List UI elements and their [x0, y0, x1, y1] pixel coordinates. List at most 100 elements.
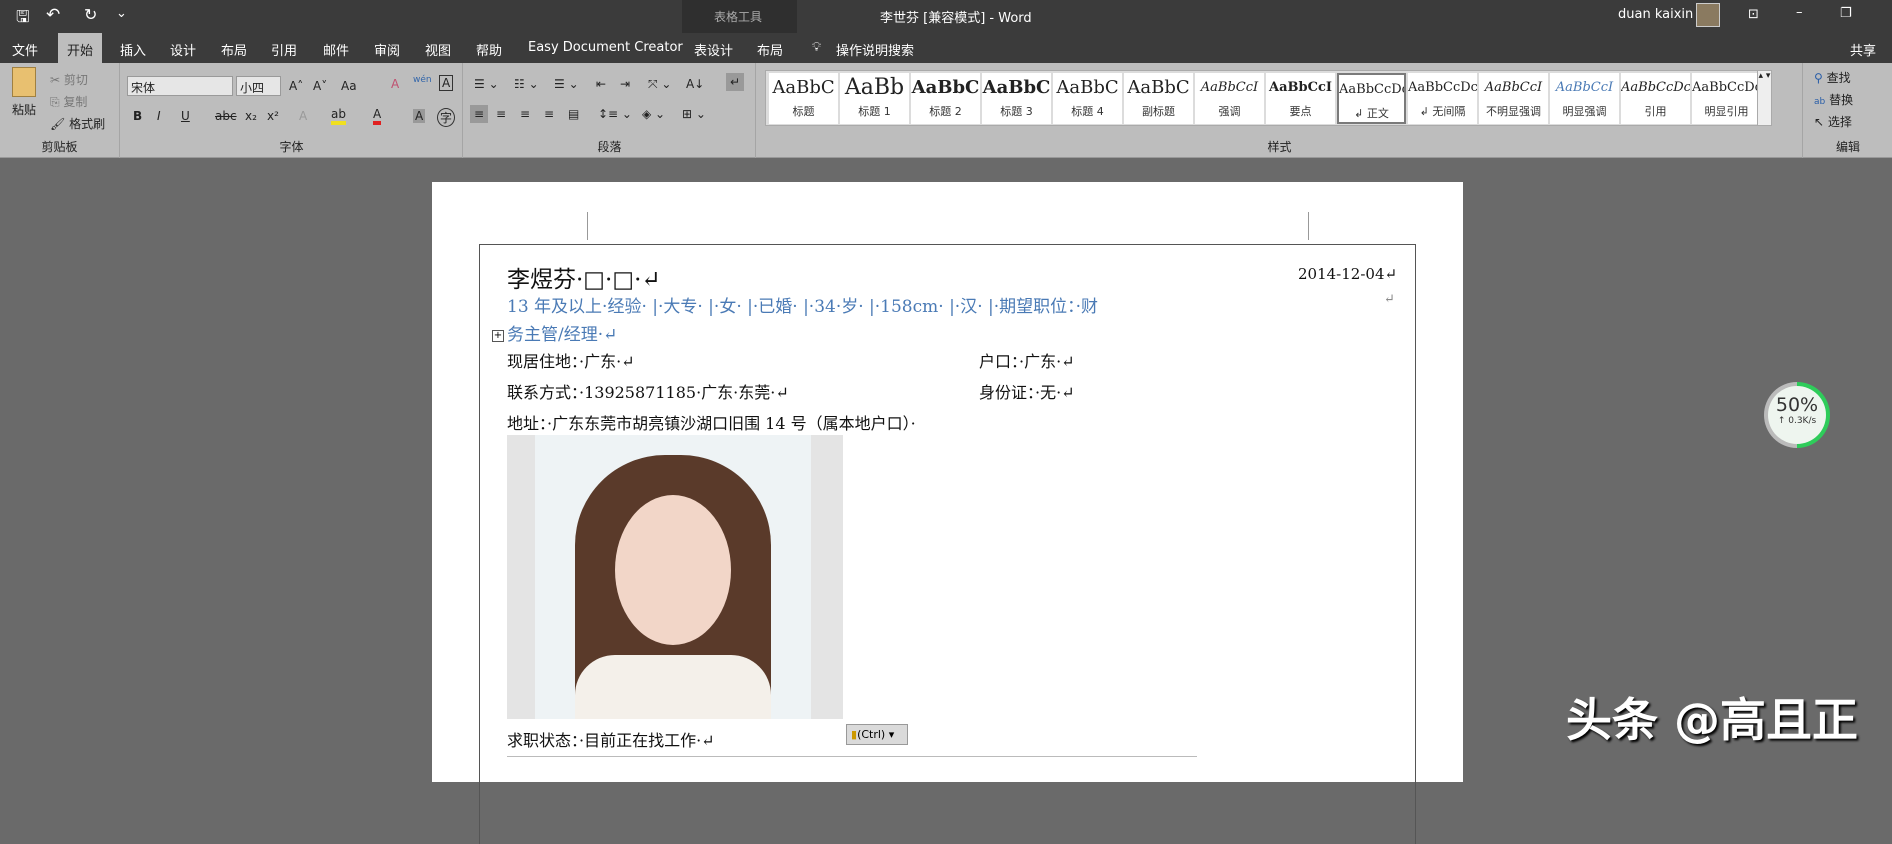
align-right-icon[interactable]: ≡ [520, 107, 530, 121]
phonetic-guide-button[interactable]: wén [413, 75, 432, 85]
style-10[interactable]: AaBbCcI 不明显强调 [1479, 73, 1548, 124]
tab-file[interactable]: 文件 [12, 40, 38, 59]
tab-references[interactable]: 引用 [271, 40, 297, 59]
tab-insert[interactable]: 插入 [120, 40, 146, 59]
find-button[interactable]: ⚲ 查找 [1814, 69, 1851, 86]
replace-label: 替换 [1829, 93, 1854, 107]
cut-button[interactable]: ✂ 剪切 [50, 71, 88, 88]
style-preview: AaBb [844, 75, 905, 100]
network-monitor-widget[interactable]: 50% ↑ 0.3K/s [1764, 382, 1830, 448]
align-center-icon[interactable]: ≡ [496, 107, 506, 121]
minimize-icon[interactable]: – [1796, 5, 1803, 20]
tab-mailings[interactable]: 邮件 [323, 40, 349, 59]
clear-format-button[interactable]: A [391, 77, 399, 91]
style-11[interactable]: AaBbCcI 明显强调 [1550, 73, 1619, 124]
paste-icon[interactable] [12, 67, 36, 97]
line-spacing-icon[interactable]: ↕≡ ⌄ [598, 107, 632, 121]
avatar[interactable] [1696, 3, 1720, 27]
user-name[interactable]: duan kaixin [1618, 7, 1693, 22]
enclose-char-button[interactable]: 字 [437, 108, 456, 127]
character-border-button[interactable]: A [439, 75, 454, 91]
tab-help[interactable]: 帮助 [476, 40, 502, 59]
borders-icon[interactable]: ⊞ ⌄ [682, 107, 706, 121]
justify-icon[interactable]: ≡ [544, 107, 554, 121]
tab-design[interactable]: 设计 [170, 40, 196, 59]
select-button[interactable]: ↖ 选择 [1814, 113, 1852, 130]
style-12[interactable]: AaBbCcDc 引用 [1621, 73, 1690, 124]
font-color-button[interactable]: A [373, 107, 382, 125]
subscript-button[interactable]: x₂ [245, 109, 257, 123]
tab-table-design[interactable]: 表设计 [694, 40, 733, 59]
tab-easy-document-creator[interactable]: Easy Document Creator [528, 40, 683, 55]
style-preview: AaBbC [1127, 77, 1190, 98]
style-7[interactable]: AaBbCcI 要点 [1266, 73, 1335, 124]
asian-layout-icon[interactable]: ⤧ ⌄ [648, 77, 671, 92]
style-8[interactable]: AaBbCcDc ↲ 正文 [1337, 73, 1406, 124]
distributed-icon[interactable]: ▤ [568, 107, 579, 121]
numbering-icon[interactable]: ☷ ⌄ [514, 77, 539, 91]
style-2[interactable]: AaBbC 标题 2 [911, 73, 980, 124]
tab-home[interactable]: 开始 [58, 33, 103, 63]
photo-sweater [575, 655, 771, 719]
style-13[interactable]: AaBbCcDc 明显引用 [1692, 73, 1761, 124]
change-case-button[interactable]: Aa [341, 79, 357, 93]
paste-button[interactable]: 粘贴 [12, 101, 36, 118]
save-icon[interactable]: 🖫 [16, 6, 30, 33]
table-move-handle-icon[interactable]: + [492, 330, 504, 342]
style-0[interactable]: AaBbC 标题 [769, 73, 838, 124]
tab-table-layout[interactable]: 布局 [757, 40, 783, 59]
bullets-icon[interactable]: ☰ ⌄ [474, 77, 499, 91]
bold-button[interactable]: B [133, 109, 142, 123]
redo-icon[interactable]: ↻ [84, 5, 97, 24]
clipboard-group: 粘贴 ✂ 剪切 ⎘ 复制 🖌︎ 格式刷 剪贴板 [0, 63, 120, 158]
tab-view[interactable]: 视图 [425, 40, 451, 59]
style-name: 不明显强调 [1486, 105, 1541, 118]
grow-font-button[interactable]: A˄ [289, 79, 303, 93]
style-5[interactable]: AaBbC 副标题 [1124, 73, 1193, 124]
text-effects-button[interactable]: A [299, 109, 307, 123]
styles-scroll[interactable]: ▴ ▾ [1757, 71, 1771, 125]
underline-button[interactable]: U [181, 109, 190, 123]
paste-options-label: (Ctrl) [857, 728, 886, 741]
copy-button[interactable]: ⎘ 复制 [50, 93, 87, 110]
style-4[interactable]: AaBbC 标题 4 [1053, 73, 1122, 124]
highlight-button[interactable]: ab [331, 107, 346, 125]
sort-icon[interactable]: A↓ [686, 77, 704, 91]
style-name: 副标题 [1142, 105, 1175, 118]
editing-label: 编辑 [1835, 140, 1860, 154]
ribbon-display-icon[interactable]: ⊡ [1748, 7, 1759, 22]
tab-review[interactable]: 审阅 [374, 40, 400, 59]
increase-indent-icon[interactable]: ⇥ [620, 77, 630, 91]
strikethrough-button[interactable]: abc [215, 109, 237, 123]
profile-photo[interactable] [507, 435, 843, 719]
show-marks-icon[interactable]: ↵ [726, 73, 745, 91]
style-1[interactable]: AaBb 标题 1 [840, 73, 909, 124]
restore-icon[interactable]: ❐ [1840, 6, 1852, 21]
italic-button[interactable]: I [157, 109, 161, 123]
align-left-icon[interactable]: ≡ [470, 105, 489, 123]
replace-button[interactable]: ab 替换 [1814, 91, 1853, 108]
shrink-font-button[interactable]: A˅ [313, 79, 327, 93]
character-shading-button[interactable]: A [413, 109, 426, 123]
style-9[interactable]: AaBbCcDc ↲ 无间隔 [1408, 73, 1477, 124]
style-3[interactable]: AaBbC 标题 3 [982, 73, 1051, 124]
style-preview: AaBbCcDc [1621, 80, 1690, 95]
styles-label: 样式 [1267, 140, 1292, 154]
tab-layout[interactable]: 布局 [221, 40, 247, 59]
format-painter-button[interactable]: 🖌︎ 格式刷 [50, 115, 105, 132]
shading-icon[interactable]: ◈ ⌄ [642, 107, 665, 121]
decrease-indent-icon[interactable]: ⇤ [596, 77, 606, 91]
photo-face [615, 495, 731, 645]
undo-icon[interactable]: ↶ [46, 5, 60, 25]
tell-me-search[interactable]: 操作说明搜索 [836, 40, 914, 59]
superscript-button[interactable]: x² [267, 109, 279, 123]
style-6[interactable]: AaBbCcI 强调 [1195, 73, 1264, 124]
font-name-select[interactable]: 宋体 [127, 76, 233, 96]
multilevel-list-icon[interactable]: ☰ ⌄ [554, 77, 579, 91]
share-button[interactable]: 共享 [1850, 40, 1876, 59]
customize-qat-icon[interactable]: ⌄ [116, 6, 127, 21]
document-page[interactable]: 李煜芬·□·□·↵ 2014-12-04↵ ↵ 13 年及以上·经验· |·大专… [432, 182, 1463, 844]
style-preview: AaBbC [982, 77, 1051, 98]
font-size-select[interactable]: 小四 [236, 76, 281, 96]
paste-options-button[interactable]: ▮(Ctrl) ▾ [846, 724, 908, 745]
